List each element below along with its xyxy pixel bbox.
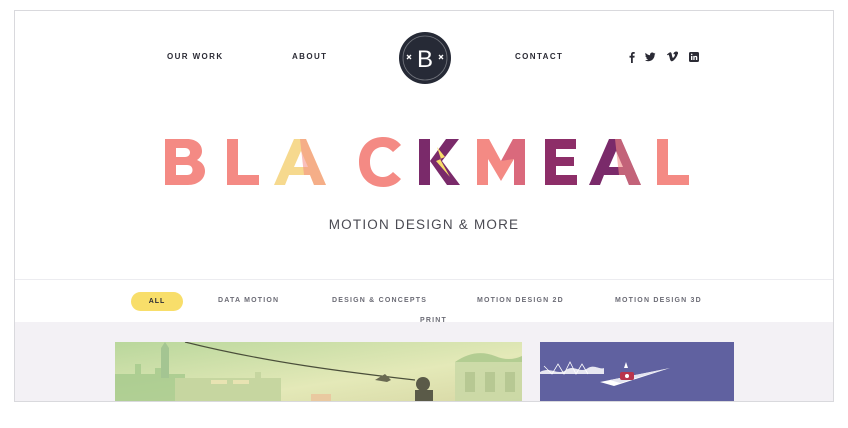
nav-our-work-link[interactable]: OUR WORK	[167, 53, 224, 61]
filter-design-concepts[interactable]: DESIGN & CONCEPTS	[332, 297, 427, 305]
twitter-icon[interactable]	[644, 51, 656, 63]
portfolio-grid	[15, 322, 833, 401]
brand-wordmark-graphic	[165, 137, 689, 187]
hero-tagline: MOTION DESIGN & MORE	[328, 217, 520, 232]
logo-emblem-icon: B	[402, 35, 448, 81]
nav-contact-link[interactable]: CONTACT	[515, 53, 563, 61]
linkedin-icon[interactable]	[688, 51, 700, 63]
city-illustration-image	[115, 342, 522, 401]
nav-about-link[interactable]: ABOUT	[292, 53, 327, 61]
main-navigation: OUR WORK ABOUT B CONTACT	[15, 11, 833, 101]
portfolio-tile-boat-scene[interactable]	[540, 342, 734, 401]
boat-illustration-image	[540, 342, 734, 401]
blackmeal-logo[interactable]: B	[399, 32, 451, 84]
brand-wordmark	[161, 129, 701, 189]
portfolio-tile-city-scene[interactable]	[115, 342, 522, 401]
filter-data-motion[interactable]: DATA MOTION	[218, 297, 279, 305]
filter-motion-design-3d[interactable]: MOTION DESIGN 3D	[615, 297, 702, 305]
facebook-icon[interactable]	[626, 51, 638, 63]
vimeo-icon[interactable]	[666, 51, 678, 63]
section-divider	[15, 279, 833, 280]
filter-all-button[interactable]: ALL	[131, 292, 183, 311]
filter-motion-design-2d[interactable]: MOTION DESIGN 2D	[477, 297, 564, 305]
svg-text:B: B	[417, 46, 433, 73]
browser-frame: OUR WORK ABOUT B CONTACT MOTION DESIGN &…	[14, 10, 834, 402]
